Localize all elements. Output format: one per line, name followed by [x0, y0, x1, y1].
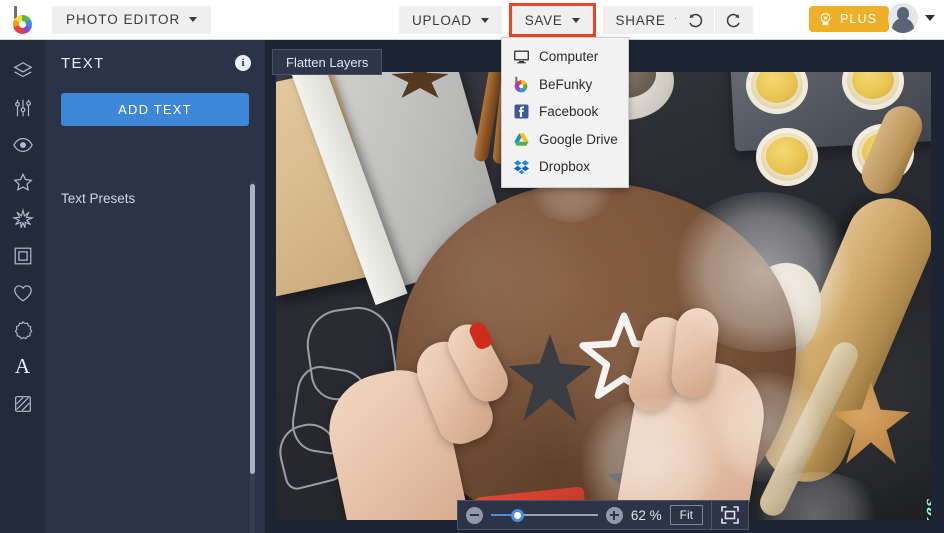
- zoom-level-value: 62 %: [630, 507, 662, 523]
- save-dropdown-menu: Computer BeFunky Facebook Google Drive D…: [501, 37, 629, 188]
- save-menu-label: BeFunky: [539, 76, 593, 92]
- upload-label: UPLOAD: [412, 12, 472, 28]
- zoom-in-button[interactable]: [605, 506, 623, 524]
- redo-button[interactable]: [715, 6, 753, 34]
- avatar: [888, 3, 918, 33]
- rosette-badge-icon: [820, 12, 831, 26]
- google-drive-icon: [513, 131, 530, 148]
- sidebar-item-graphics[interactable]: [0, 274, 45, 311]
- divider: [711, 500, 712, 530]
- upload-button[interactable]: UPLOAD: [399, 6, 502, 34]
- save-menu-item-befunky[interactable]: BeFunky: [502, 71, 628, 99]
- photo-editor-mode-label: PHOTO EDITOR: [66, 12, 181, 27]
- panel-header: TEXT i: [45, 40, 265, 86]
- eye-icon: [12, 137, 33, 152]
- zoom-slider[interactable]: [491, 507, 598, 524]
- undo-arrow-icon: [689, 13, 703, 28]
- photo-editor-mode-button[interactable]: PHOTO EDITOR: [52, 5, 212, 34]
- redo-arrow-icon: [726, 13, 740, 28]
- sidebar-item-frames[interactable]: [0, 237, 45, 274]
- letter-a-icon: A: [14, 354, 31, 378]
- befunky-photo-editor-app: PHOTO EDITOR UPLOAD SAVE SHARE PLUS Comp…: [0, 0, 944, 533]
- sidebar-item-layers[interactable]: [0, 52, 45, 89]
- chevron-down-icon: [925, 15, 935, 21]
- sidebar-item-adjust[interactable]: [0, 89, 45, 126]
- star-icon: [12, 172, 33, 191]
- zoom-slider-knob[interactable]: [511, 508, 525, 522]
- befunky-color-wheel-logo-icon: [11, 5, 37, 34]
- add-text-button[interactable]: ADD TEXT: [61, 93, 249, 126]
- sidebar-item-overlays[interactable]: [0, 200, 45, 237]
- save-menu-label: Facebook: [539, 104, 599, 120]
- sidebar-item-badges[interactable]: [0, 311, 45, 348]
- zoom-toolbar: 62 % Fit: [457, 500, 749, 530]
- flatten-layers-label: Flatten Layers: [286, 54, 369, 70]
- account-menu[interactable]: [888, 3, 935, 33]
- chevron-down-icon: [189, 17, 198, 22]
- text-panel: TEXT i ADD TEXT Text Presets: [45, 40, 265, 533]
- plus-upgrade-button[interactable]: PLUS: [809, 6, 890, 32]
- save-menu-label: Google Drive: [539, 131, 618, 147]
- chevron-down-icon: [571, 17, 580, 23]
- flatten-layers-button[interactable]: Flatten Layers: [272, 49, 383, 75]
- fit-to-screen-icon: [721, 506, 739, 524]
- hatch-square-icon: [14, 395, 31, 412]
- save-menu-item-computer[interactable]: Computer: [502, 43, 628, 71]
- save-menu-item-google-drive[interactable]: Google Drive: [502, 126, 628, 154]
- monitor-icon: [513, 48, 530, 65]
- facebook-icon: [513, 103, 530, 120]
- toolbar-center-group: UPLOAD SAVE SHARE: [399, 3, 706, 37]
- sidebar-item-artsy[interactable]: [0, 163, 45, 200]
- tool-rail: A: [0, 40, 45, 533]
- watermark-text: Margeau Bakes: [918, 498, 931, 520]
- save-menu-item-facebook[interactable]: Facebook: [502, 98, 628, 126]
- sidebar-item-text[interactable]: A: [0, 348, 45, 385]
- heart-icon: [13, 284, 32, 301]
- page-title: TEXT: [61, 54, 105, 72]
- fit-to-screen-button[interactable]: [720, 505, 740, 525]
- dropbox-icon: [513, 158, 530, 175]
- save-menu-item-dropbox[interactable]: Dropbox: [502, 153, 628, 181]
- save-button[interactable]: SAVE: [508, 3, 596, 37]
- sidebar-item-effects[interactable]: [0, 126, 45, 163]
- undo-button[interactable]: [676, 6, 714, 34]
- text-presets-label: Text Presets: [61, 191, 136, 206]
- sparkle-icon: [11, 207, 34, 228]
- plus-label: PLUS: [840, 12, 878, 26]
- sliders-icon: [14, 99, 31, 116]
- rosette-icon: [14, 320, 32, 339]
- undo-redo-group: [676, 6, 753, 34]
- zoom-out-button[interactable]: [466, 506, 483, 524]
- chevron-down-icon: [480, 17, 489, 23]
- brand-logo[interactable]: [0, 0, 48, 40]
- info-icon[interactable]: i: [235, 55, 251, 71]
- befunky-icon: [513, 76, 530, 93]
- layers-icon: [13, 61, 32, 77]
- panel-scrollbar-thumb[interactable]: [250, 184, 255, 474]
- top-toolbar: PHOTO EDITOR UPLOAD SAVE SHARE PLUS: [0, 0, 944, 40]
- frame-square-icon: [14, 247, 31, 264]
- share-label: SHARE: [615, 12, 666, 28]
- fit-button[interactable]: Fit: [669, 505, 703, 525]
- save-menu-label: Dropbox: [539, 159, 591, 175]
- save-label: SAVE: [524, 12, 563, 28]
- sidebar-item-textures[interactable]: [0, 385, 45, 422]
- save-menu-label: Computer: [539, 49, 599, 65]
